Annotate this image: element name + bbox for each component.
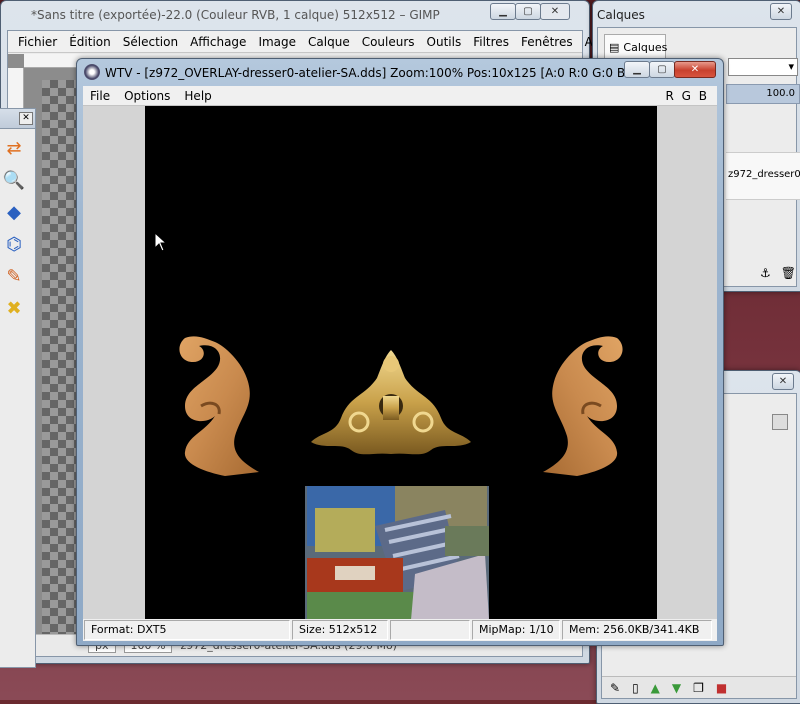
menu-fichier[interactable]: Fichier — [12, 35, 63, 49]
lower-icon[interactable]: ▼ — [672, 681, 681, 695]
mouse-cursor-icon — [154, 232, 168, 252]
menu-selection[interactable]: Sélection — [117, 35, 184, 49]
gimp-menubar: Fichier Édition Sélection Affichage Imag… — [8, 31, 611, 53]
layers-icon: ▤ — [609, 41, 620, 54]
texture-image[interactable] — [145, 106, 657, 620]
wtv-window-title: WTV - [z972_OVERLAY-dresser0-atelier-SA.… — [105, 66, 625, 80]
path-tool-icon[interactable]: ⌬ — [1, 231, 27, 257]
gimp-window-title: *Sans titre (exportée)-22.0 (Couleur RVB… — [31, 8, 440, 22]
heal-tool-icon[interactable]: ✖ — [1, 295, 27, 321]
menu-outils[interactable]: Outils — [421, 35, 468, 49]
toolbox-titlebar[interactable]: ✕ — [0, 109, 35, 129]
status-spacer — [390, 620, 470, 640]
dock-close-button[interactable]: ✕ — [770, 3, 792, 20]
menu-file[interactable]: File — [83, 89, 117, 103]
delete-icon[interactable]: ■ — [716, 681, 727, 695]
dock2-close-button[interactable]: ✕ — [772, 373, 794, 390]
anchor-icon[interactable]: ⚓ — [760, 266, 771, 280]
layer-item[interactable]: z972_dresser0-ate — [726, 152, 800, 200]
gimp-toolbox: ✕ ⇄ 🔍 ◆ ⌬ ✎ ✖ — [0, 108, 36, 668]
menu-fenetres[interactable]: Fenêtres — [515, 35, 579, 49]
menu-affichage[interactable]: Affichage — [184, 35, 252, 49]
zoom-tool-icon[interactable]: 🔍 — [1, 167, 27, 193]
secondary-dock-actions: ✎ ▯ ▲ ▼ ❐ ■ — [602, 676, 796, 698]
wtv-maximize-button[interactable]: ▢ — [649, 61, 675, 78]
menu-help[interactable]: Help — [177, 89, 218, 103]
texture-viewport[interactable] — [83, 106, 717, 620]
new-document-icon[interactable]: ▯ — [632, 681, 639, 695]
transform-tool-icon[interactable]: ◆ — [1, 199, 27, 225]
texture-artwork — [179, 336, 623, 620]
menu-image[interactable]: Image — [252, 35, 302, 49]
right-wood-scroll — [543, 336, 623, 476]
channel-indicator[interactable]: R G B — [666, 89, 718, 103]
status-memory: Mem: 256.0KB/341.4KB — [562, 620, 712, 640]
menu-couleurs[interactable]: Couleurs — [356, 35, 421, 49]
wtv-viewer-window[interactable]: WTV - [z972_OVERLAY-dresser0-atelier-SA.… — [76, 58, 724, 646]
wtv-menubar: File Options Help R G B — [83, 86, 717, 106]
menu-calque[interactable]: Calque — [302, 35, 356, 49]
opacity-slider[interactable]: 100.0 — [726, 84, 800, 104]
trash-icon[interactable]: 🗑 — [781, 266, 796, 280]
toolbox-close-button[interactable]: ✕ — [19, 112, 33, 125]
gold-crest-ornament — [311, 350, 471, 455]
close-button[interactable]: ✕ — [540, 3, 570, 20]
raise-icon[interactable]: ▲ — [651, 681, 660, 695]
wtv-minimize-button[interactable]: ▁ — [624, 61, 650, 78]
duplicate-icon[interactable]: ❐ — [693, 681, 704, 695]
fabric-patch-block — [305, 486, 489, 620]
edit-icon[interactable]: ✎ — [610, 681, 620, 695]
status-size: Size: 512x512 — [292, 620, 388, 640]
align-tool-icon[interactable]: ⇄ — [1, 135, 27, 161]
menu-options[interactable]: Options — [117, 89, 177, 103]
wtv-statusbar: Format: DXT5 Size: 512x512 MipMap: 1/10 … — [83, 619, 717, 641]
tab-calques[interactable]: ▤ Calques — [604, 34, 667, 60]
layer-mode-select[interactable] — [728, 58, 798, 76]
maximize-button[interactable]: ▢ — [515, 3, 541, 20]
wtv-close-button[interactable]: ✕ — [674, 61, 716, 78]
menu-edition[interactable]: Édition — [63, 35, 117, 49]
layer-name: z972_dresser0-ate — [728, 169, 800, 180]
wtv-app-icon — [84, 64, 100, 80]
status-mipmap: MipMap: 1/10 — [472, 620, 560, 640]
layers-dock-actions: ⚓ 🗑 — [726, 262, 800, 284]
layers-dock-title: Calques — [597, 8, 645, 22]
left-wood-scroll — [179, 336, 259, 476]
dock-menu-button[interactable] — [772, 414, 788, 430]
menu-filtres[interactable]: Filtres — [467, 35, 515, 49]
minimize-button[interactable]: ▁ — [490, 3, 516, 20]
status-format: Format: DXT5 — [84, 620, 290, 640]
brush-tool-icon[interactable]: ✎ — [1, 263, 27, 289]
